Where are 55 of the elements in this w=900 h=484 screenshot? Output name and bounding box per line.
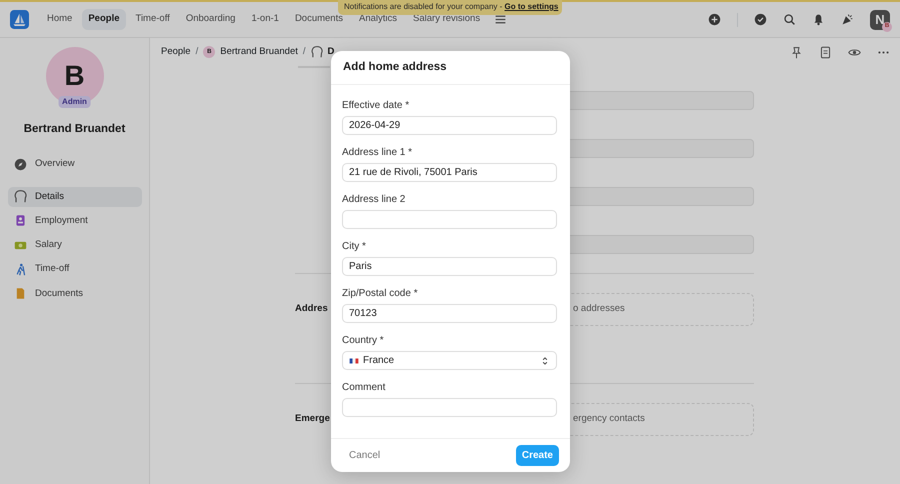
check-icon[interactable] bbox=[754, 13, 767, 26]
field-label: Address line 1 * bbox=[342, 146, 414, 158]
nav-tab[interactable]: Home bbox=[41, 9, 78, 30]
compass-icon bbox=[14, 158, 27, 171]
profile-name: Bertrand Bruandet bbox=[24, 122, 126, 137]
nav-tab[interactable]: Onboarding bbox=[180, 9, 242, 30]
input-field[interactable]: Paris bbox=[342, 257, 557, 276]
field-label: Effective date * bbox=[342, 99, 410, 111]
input-field[interactable]: 21 rue de Rivoli, 75001 Paris bbox=[342, 163, 557, 182]
empty-state-text: ergency contacts bbox=[573, 412, 645, 426]
sidebar-item[interactable]: Overview bbox=[8, 154, 142, 174]
document-icon bbox=[14, 287, 27, 300]
breadcrumb-separator: / bbox=[196, 44, 198, 59]
role-badge: Admin bbox=[58, 96, 91, 108]
section-title: Addres bbox=[295, 303, 328, 314]
sidebar-item[interactable]: Details bbox=[8, 186, 142, 207]
breadcrumb-link[interactable]: Bertrand Bruandet bbox=[220, 44, 298, 60]
country-select[interactable]: France bbox=[342, 351, 557, 370]
add-icon[interactable] bbox=[708, 13, 721, 26]
field-label: Comment bbox=[342, 381, 386, 393]
chevron-updown-icon bbox=[540, 356, 550, 366]
input-field[interactable] bbox=[342, 210, 557, 229]
nav-tab[interactable]: 1-on-1 bbox=[245, 9, 285, 30]
party-icon[interactable] bbox=[841, 13, 854, 26]
head-icon bbox=[310, 46, 323, 58]
input-field[interactable] bbox=[342, 398, 557, 417]
sidebar-item[interactable]: Employment bbox=[8, 210, 142, 231]
field-label: Country * bbox=[342, 334, 385, 346]
notification-toast: Notifications are disabled for your company - Go to settings bbox=[338, 0, 562, 15]
hiker-icon bbox=[14, 262, 27, 276]
bell-icon[interactable] bbox=[812, 13, 825, 26]
search-icon[interactable] bbox=[783, 13, 796, 26]
pin-icon[interactable] bbox=[790, 46, 803, 58]
cancel-button[interactable]: Cancel bbox=[343, 445, 386, 466]
notes-icon[interactable] bbox=[819, 46, 832, 58]
field-label: Address line 2 bbox=[342, 193, 406, 205]
empty-state-text: o addresses bbox=[573, 302, 625, 316]
section-title: Emerge bbox=[295, 413, 330, 424]
app-logo[interactable] bbox=[10, 10, 29, 29]
breadcrumb-link[interactable]: People bbox=[161, 44, 191, 60]
head-icon bbox=[14, 190, 27, 204]
field-label: Zip/Postal code * bbox=[342, 287, 419, 299]
settings-link[interactable]: Go to settings bbox=[504, 2, 558, 11]
nav-tab[interactable]: Time-off bbox=[130, 9, 176, 30]
breadcrumb-separator: / bbox=[302, 44, 306, 59]
nav-tab[interactable]: People bbox=[82, 9, 126, 30]
flag-icon bbox=[349, 356, 359, 366]
id-card-icon bbox=[14, 214, 27, 228]
field-label: City * bbox=[342, 240, 367, 252]
input-field[interactable]: 70123 bbox=[342, 304, 557, 323]
sidebar-item[interactable]: Time-off bbox=[8, 259, 142, 280]
sidebar-item[interactable]: Documents bbox=[8, 284, 142, 304]
input-field[interactable]: 2026-04-29 bbox=[342, 116, 557, 135]
sidebar-item[interactable]: Salary bbox=[8, 235, 142, 256]
menu-icon[interactable] bbox=[494, 13, 508, 26]
